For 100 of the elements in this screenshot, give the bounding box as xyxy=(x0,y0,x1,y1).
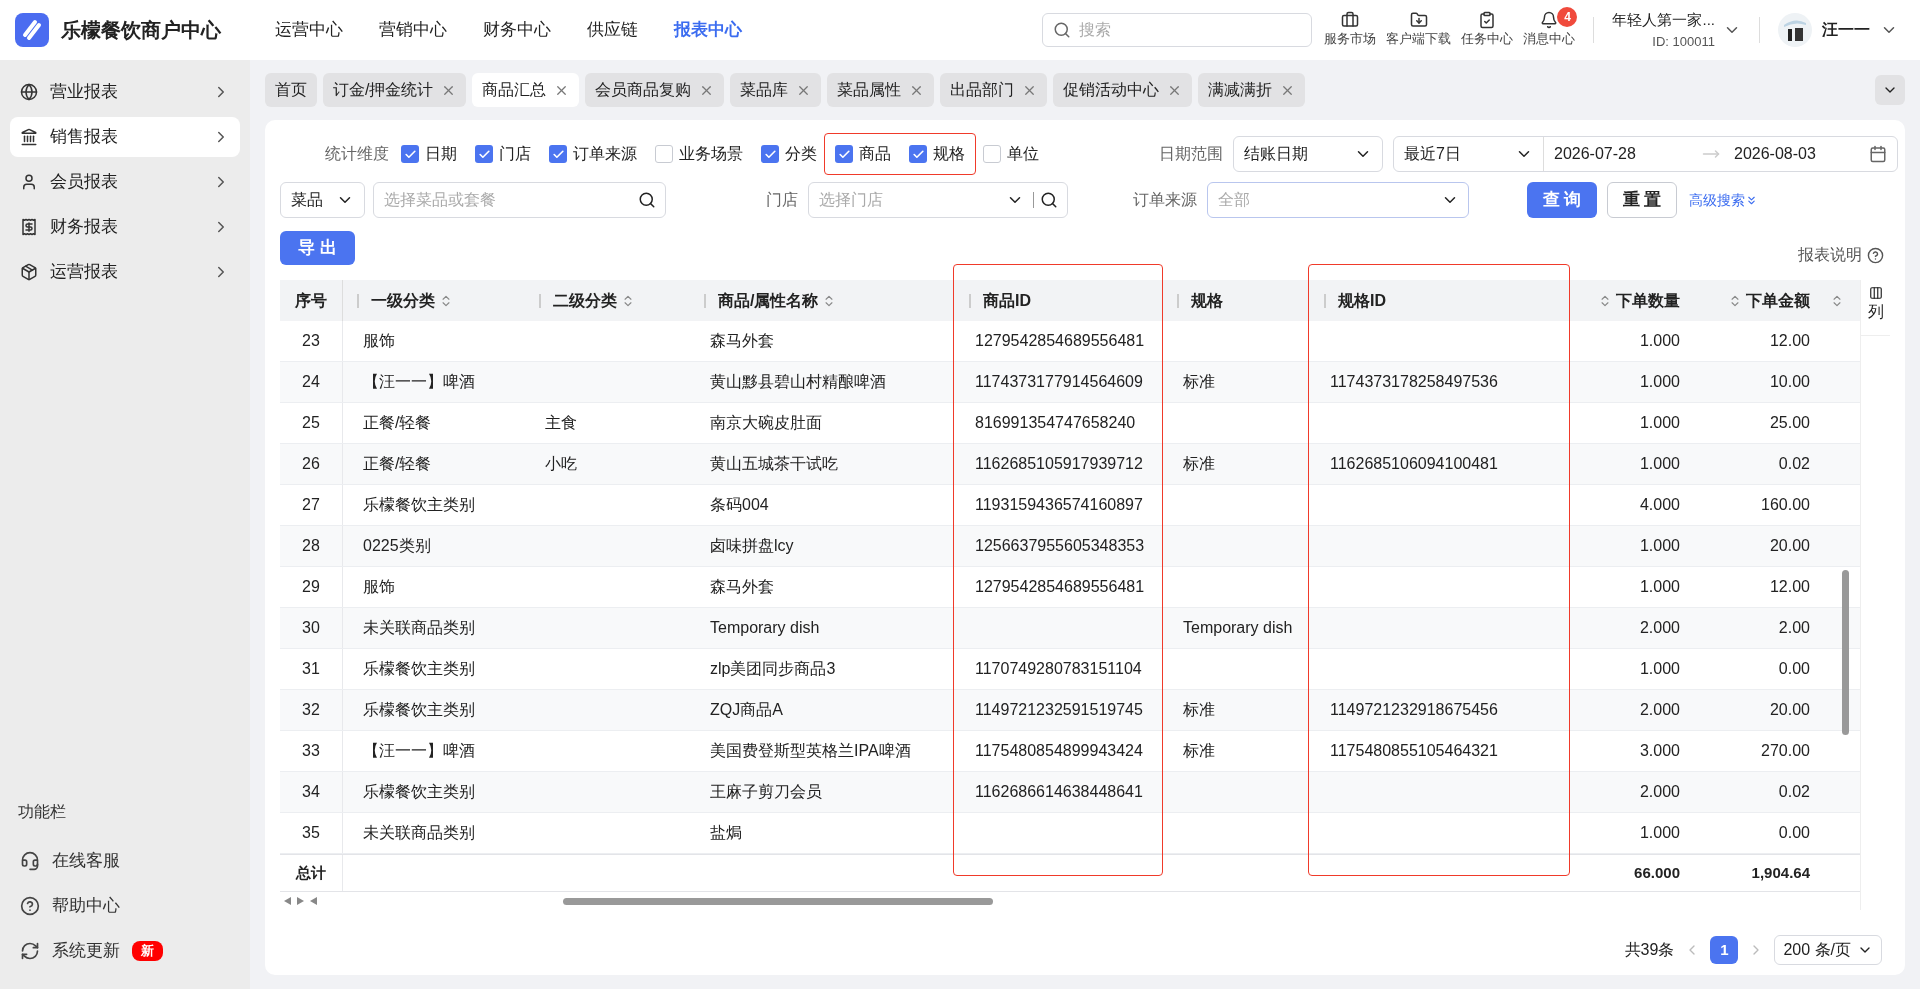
column-settings-button[interactable]: 列 xyxy=(1861,280,1890,336)
search-icon xyxy=(1053,21,1072,39)
select-field[interactable]: 结账日期 xyxy=(1233,136,1383,172)
tab[interactable]: 会员商品复购 xyxy=(585,73,725,107)
search-icon xyxy=(1040,191,1058,209)
table-cell-text: 25.00 xyxy=(1769,413,1810,433)
checkbox[interactable] xyxy=(983,145,1001,163)
checkbox-label: 商品 xyxy=(859,144,891,164)
checkbox[interactable] xyxy=(655,145,673,163)
horizontal-scrollbar[interactable] xyxy=(563,897,993,905)
tab[interactable]: 商品汇总 xyxy=(472,73,580,107)
tab[interactable]: 促销活动中心 xyxy=(1053,73,1193,107)
header-tool-button[interactable]: 服务市场 xyxy=(1324,11,1377,49)
check-icon xyxy=(477,147,491,161)
checkbox[interactable] xyxy=(475,145,493,163)
source-select-field[interactable]: 全部 xyxy=(1207,182,1469,218)
table-cell-text: 乐檬餐饮主类别 xyxy=(363,659,475,679)
table-cell-text: 黄山五城茶干试吃 xyxy=(710,454,838,474)
sidebar-item[interactable]: 营业报表 xyxy=(10,72,240,112)
checkbox[interactable] xyxy=(401,145,419,163)
date-field[interactable]: 2026-07-28 xyxy=(1554,142,1694,166)
nav-link[interactable]: 报表中心 xyxy=(674,17,742,43)
table-cell-text: ZQJ商品A xyxy=(710,700,783,720)
sidebar-item[interactable]: 财务报表 xyxy=(10,207,240,247)
header-tool-button[interactable]: 任务中心 xyxy=(1461,11,1514,49)
help-icon xyxy=(20,895,40,916)
checkbox[interactable] xyxy=(909,145,927,163)
checkbox-label: 单位 xyxy=(1007,144,1039,164)
total-count: 共39条 xyxy=(1624,940,1675,960)
check-icon xyxy=(551,147,565,161)
scroll-left-icon[interactable] xyxy=(284,897,291,905)
sidebar-item[interactable]: 会员报表 xyxy=(10,162,240,202)
store-select-field[interactable]: 选择门店 xyxy=(808,182,1068,218)
advanced-search-link[interactable]: 高级搜索 xyxy=(1689,189,1758,211)
table-cell-text: 160.00 xyxy=(1761,495,1810,515)
item-search-field[interactable]: 选择菜品或套餐 xyxy=(373,182,666,218)
vertical-scrollbar[interactable] xyxy=(1842,570,1849,735)
checkbox[interactable] xyxy=(549,145,567,163)
column-header: 规格ID xyxy=(1338,290,1386,311)
column-header: 序号 xyxy=(295,290,327,311)
table-cell-text: 1175480854899943424 xyxy=(975,741,1143,761)
nav-link[interactable]: 营销中心 xyxy=(379,17,447,43)
page-size-select[interactable]: 200 条/页 xyxy=(1774,935,1882,965)
check-icon xyxy=(403,147,417,161)
nav-link[interactable]: 供应链 xyxy=(587,17,638,43)
table-cell-text: 王麻子剪刀会员 xyxy=(710,782,822,802)
sidebar-tool[interactable]: 帮助中心 xyxy=(10,883,240,928)
checkbox[interactable] xyxy=(761,145,779,163)
nav-link[interactable]: 运营中心 xyxy=(275,17,343,43)
checkbox-label: 业务场景 xyxy=(679,144,743,164)
tab[interactable]: 满减满折 xyxy=(1198,73,1306,107)
columns-icon xyxy=(1868,286,1883,300)
tabs-menu-button[interactable] xyxy=(1875,75,1905,105)
nav-link[interactable]: 财务中心 xyxy=(483,17,551,43)
search-icon xyxy=(638,191,656,209)
table-cell-text: 1174373177914564609 xyxy=(975,372,1143,392)
scroll-left-icon[interactable] xyxy=(310,897,317,905)
tab[interactable]: 菜品属性 xyxy=(827,73,935,107)
select-field[interactable]: 菜品 xyxy=(280,182,365,218)
table-cell-text: 30 xyxy=(302,618,320,638)
user-menu[interactable]: 汪一一 xyxy=(1778,13,1898,47)
filter-label: 门店 xyxy=(766,190,798,210)
calendar-icon[interactable] xyxy=(1869,145,1887,163)
report-note-link[interactable]: 报表说明 xyxy=(1798,243,1884,267)
table-cell-text: 条码004 xyxy=(710,495,769,515)
header-tool-button[interactable]: 客户端下载 xyxy=(1386,11,1452,49)
search-field[interactable]: 搜索 xyxy=(1042,13,1313,47)
table-cell-text: 正餐/轻餐 xyxy=(363,454,432,474)
table-cell-text: 1.000 xyxy=(1639,823,1680,843)
table-cell-text: 816991354747658240 xyxy=(975,413,1136,433)
date-field[interactable]: 2026-08-03 xyxy=(1734,142,1869,166)
reset-button[interactable]: 重 置 xyxy=(1607,182,1677,218)
scroll-right-icon[interactable] xyxy=(297,897,304,905)
tab[interactable]: 订金/押金统计 xyxy=(323,73,467,107)
tab[interactable]: 首页 xyxy=(265,73,317,107)
table-cell-text: 乐檬餐饮主类别 xyxy=(363,700,475,720)
table-cell-text: 10.00 xyxy=(1769,372,1810,392)
account-switcher[interactable]: 年轻人第一家... ID: 100011 xyxy=(1612,9,1741,51)
table-cell-text: 20.00 xyxy=(1769,536,1810,556)
table-cell-text: 1.000 xyxy=(1639,659,1680,679)
table-cell-text: 1279542854689556481 xyxy=(975,331,1145,351)
sidebar-item[interactable]: 运营报表 xyxy=(10,252,240,292)
query-button[interactable]: 查 询 xyxy=(1527,182,1597,218)
sidebar-tool[interactable]: 在线客服 xyxy=(10,838,240,883)
table-cell-text: 标准 xyxy=(1183,741,1215,761)
table-cell-text: 乐檬餐饮主类别 xyxy=(363,782,475,802)
sidebar-item[interactable]: 销售报表 xyxy=(10,117,240,157)
new-badge: 新 xyxy=(132,940,163,961)
table-cell-text: 270.00 xyxy=(1761,741,1810,761)
table-cell-text: 1.000 xyxy=(1639,331,1680,351)
table-cell-text: 0.02 xyxy=(1778,782,1810,802)
user-icon xyxy=(20,173,38,191)
sidebar-tool[interactable]: 系统更新 新 xyxy=(10,928,240,973)
tab[interactable]: 菜品库 xyxy=(730,73,822,107)
select-field[interactable]: 最近7日 xyxy=(1394,137,1544,171)
page-button[interactable]: 1 xyxy=(1710,936,1739,964)
section-title: 功能栏 xyxy=(17,802,67,822)
tab[interactable]: 出品部门 xyxy=(940,73,1048,107)
export-button[interactable]: 导 出 xyxy=(280,231,355,265)
checkbox[interactable] xyxy=(835,145,853,163)
